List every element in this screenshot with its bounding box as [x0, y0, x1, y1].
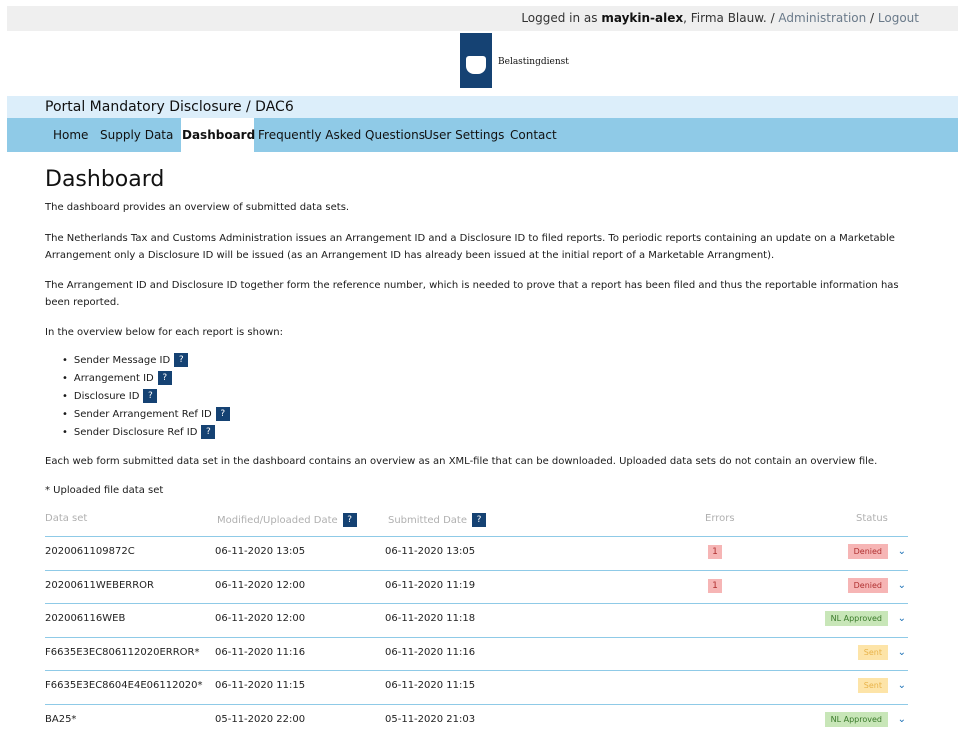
list-item: Sender Message ID? — [62, 351, 230, 369]
help-icon[interactable]: ? — [201, 425, 216, 439]
portal-title: Portal Mandatory Disclosure / DAC6 — [45, 99, 294, 115]
portal-title-bar: Portal Mandatory Disclosure / DAC6 — [7, 96, 958, 118]
modified-date-cell: 06-11-2020 11:15 — [215, 680, 306, 691]
submitted-date-cell: 06-11-2020 11:16 — [385, 646, 476, 658]
username: maykin-alex — [601, 11, 684, 25]
chevron-down-icon[interactable]: ⌄ — [898, 546, 906, 557]
nav-dashboard[interactable]: Dashboard — [182, 128, 255, 142]
chevron-down-icon[interactable]: ⌄ — [898, 714, 906, 725]
top-bar: Logged in as maykin-alex, Firma Blauw. /… — [7, 6, 958, 31]
paragraph-xml: Each web form submitted data set in the … — [45, 456, 878, 467]
list-item: Sender Disclosure Ref ID? — [62, 423, 230, 441]
table-row[interactable]: F6635E3EC8604E4E06112020* 06-11-2020 11:1… — [45, 670, 908, 703]
chevron-down-icon[interactable]: ⌄ — [898, 613, 906, 624]
list-item: Arrangement ID? — [62, 369, 230, 387]
chevron-down-icon[interactable]: ⌄ — [898, 647, 906, 658]
help-icon[interactable]: ? — [342, 513, 357, 527]
list-item: Disclosure ID? — [62, 387, 230, 405]
paragraph-reference: The Arrangement ID and Disclosure ID tog… — [45, 280, 899, 308]
login-info: Logged in as maykin-alex, Firma Blauw. /… — [521, 11, 919, 25]
submitted-date-cell: 06-11-2020 13:05 — [385, 546, 476, 557]
status-badge: NL Approved — [824, 711, 888, 727]
header-modified: Modified/Uploaded Date? — [217, 513, 357, 527]
submitted-date-cell: 05-11-2020 21:03 — [385, 713, 476, 725]
help-icon[interactable]: ? — [471, 513, 486, 527]
help-icon[interactable]: ? — [174, 353, 189, 367]
intro-text: The dashboard provides an overview of su… — [45, 202, 350, 213]
table-row[interactable]: 2020061109872C 06-11-2020 13:05 06-11-2020… — [45, 536, 908, 569]
table-row[interactable]: F6635E3EC806112020ERROR* 06-11-2020 11:16… — [45, 636, 908, 670]
status-badge: Sent — [857, 678, 888, 693]
paragraph-ids: The Netherlands Tax and Customs Administ… — [45, 233, 895, 261]
dataset-cell: F6635E3EC806112020ERROR* — [45, 646, 200, 658]
modified-date-cell: 06-11-2020 12:00 — [215, 613, 306, 624]
nav-user-settings[interactable]: User Settings — [424, 128, 504, 142]
nav-faq[interactable]: Frequently Asked Questions — [258, 128, 425, 142]
table-row[interactable]: BA25* 05-11-2020 22:00 05-11-2020 21:03 NL … — [45, 703, 908, 736]
separator: / — [866, 11, 878, 25]
submitted-date-cell: 06-11-2020 11:15 — [385, 680, 476, 691]
page-title: Dashboard — [45, 167, 165, 192]
error-count-badge: 1 — [708, 545, 722, 559]
dataset-cell: BA25* — [45, 713, 77, 725]
help-icon[interactable]: ? — [157, 371, 172, 385]
chevron-down-icon[interactable]: ⌄ — [898, 580, 906, 591]
paragraph-overview: In the overview below for each report is… — [45, 327, 283, 338]
dataset-cell: 2020061109872C — [45, 546, 135, 557]
logout-link[interactable]: Logout — [878, 11, 919, 25]
header-dataset: Data set — [45, 513, 88, 524]
status-badge: Denied — [847, 577, 888, 593]
logged-in-prefix: Logged in as — [521, 11, 602, 25]
crest-icon — [460, 33, 492, 88]
help-icon[interactable]: ? — [143, 389, 158, 403]
modified-date-cell: 05-11-2020 22:00 — [215, 713, 306, 725]
main-nav: Home Supply Data Dashboard Frequently As… — [7, 118, 958, 152]
submitted-date-cell: 06-11-2020 11:19 — [385, 579, 476, 591]
logo-text: Belastingdienst — [498, 57, 569, 67]
status-badge: Sent — [857, 644, 888, 660]
uploaded-note: * Uploaded file data set — [45, 485, 164, 496]
modified-date-cell: 06-11-2020 13:05 — [215, 546, 306, 557]
administration-link[interactable]: Administration — [778, 11, 866, 25]
dataset-cell: 202006116WEB — [45, 613, 126, 624]
header-errors: Errors — [705, 513, 735, 524]
status-badge: Denied — [847, 544, 888, 559]
table-row[interactable]: 20200611WEBERROR 06-11-2020 12:00 06-11-20… — [45, 569, 908, 603]
table-row[interactable]: 202006116WEB 06-11-2020 12:00 06-11-2020 1… — [45, 603, 908, 636]
organization: , Firma Blauw. / — [683, 11, 779, 25]
nav-supply-data[interactable]: Supply Data — [100, 128, 173, 142]
belastingdienst-logo[interactable]: Belastingdienst — [460, 33, 569, 88]
nav-home[interactable]: Home — [53, 128, 88, 142]
header-status: Status — [856, 513, 888, 524]
nav-contact[interactable]: Contact — [510, 128, 557, 142]
modified-date-cell: 06-11-2020 12:00 — [215, 579, 306, 591]
id-list: Sender Message ID? Arrangement ID? Discl… — [62, 351, 230, 441]
submitted-date-cell: 06-11-2020 11:18 — [385, 613, 476, 624]
header-submitted: Submitted Date? — [388, 513, 486, 527]
dataset-cell: F6635E3EC8604E4E06112020* — [45, 680, 203, 691]
status-badge: NL Approved — [824, 611, 888, 626]
help-icon[interactable]: ? — [215, 407, 230, 421]
modified-date-cell: 06-11-2020 11:16 — [215, 646, 306, 658]
dataset-cell: 20200611WEBERROR — [45, 579, 154, 591]
chevron-down-icon[interactable]: ⌄ — [898, 680, 906, 691]
error-count-badge: 1 — [708, 578, 722, 593]
list-item: Sender Arrangement Ref ID? — [62, 405, 230, 423]
